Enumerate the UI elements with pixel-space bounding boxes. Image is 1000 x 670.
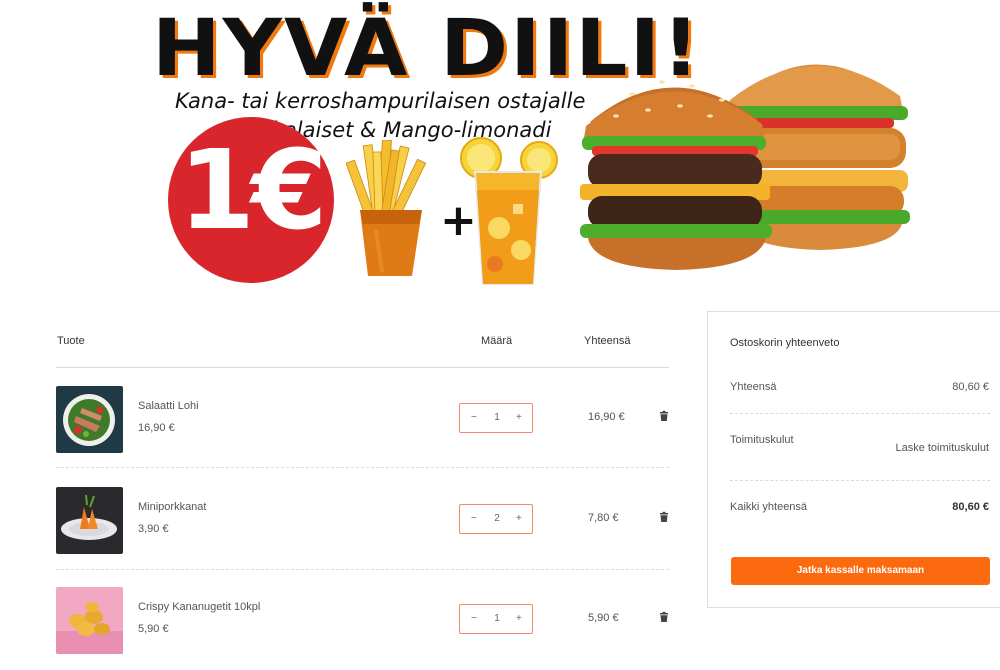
column-header-quantity: Määrä <box>481 335 513 347</box>
price-badge: 1€ <box>168 117 334 283</box>
checkout-button[interactable]: Jatka kassalle maksamaan <box>731 557 990 585</box>
grand-total-label: Kaikki yhteensä <box>730 501 808 513</box>
decrease-quantity-button[interactable]: − <box>471 513 477 524</box>
increase-quantity-button[interactable]: + <box>516 412 522 423</box>
trash-icon[interactable] <box>657 511 671 525</box>
quantity-value[interactable]: 1 <box>493 412 501 423</box>
cart-row: Crispy Kananugetit 10kpl 5,90 € − 1 + 5,… <box>56 587 670 655</box>
product-unit-price: 16,90 € <box>138 422 175 434</box>
product-thumbnail-nuggets[interactable] <box>56 587 123 654</box>
summary-divider <box>730 413 990 414</box>
trash-icon[interactable] <box>657 611 671 625</box>
cart-summary: Ostoskorin yhteenveto Yhteensä 80,60 € T… <box>707 311 1000 608</box>
quantity-value[interactable]: 1 <box>493 613 501 624</box>
quantity-stepper: − 1 + <box>459 604 533 634</box>
price-badge-text: 1€ <box>178 126 327 254</box>
summary-divider <box>730 480 990 481</box>
increase-quantity-button[interactable]: + <box>516 613 522 624</box>
row-divider <box>56 569 669 570</box>
table-header-divider <box>56 367 669 368</box>
summary-title: Ostoskorin yhteenveto <box>730 337 840 349</box>
subtotal-label: Yhteensä <box>730 381 777 393</box>
quantity-stepper: − 2 + <box>459 504 533 534</box>
calculate-shipping-link[interactable]: Laske toimituskulut <box>895 442 989 454</box>
row-total: 16,90 € <box>588 411 625 423</box>
product-thumbnail-salad[interactable] <box>56 386 123 453</box>
decrease-quantity-button[interactable]: − <box>471 412 477 423</box>
product-name[interactable]: Salaatti Lohi <box>138 400 199 412</box>
cart-row: Miniporkkanat 3,90 € − 2 + 7,80 € <box>56 487 670 555</box>
shipping-label: Toimituskulut <box>730 434 794 446</box>
subtotal-value: 80,60 € <box>952 381 989 393</box>
row-divider <box>56 467 669 468</box>
column-header-total: Yhteensä <box>584 335 631 347</box>
quantity-value[interactable]: 2 <box>493 513 501 524</box>
product-unit-price: 3,90 € <box>138 523 169 535</box>
fries-illustration <box>346 140 427 276</box>
promo-banner: HYVÄ DIILI! Kana- tai kerroshampurilaise… <box>0 0 1000 300</box>
decrease-quantity-button[interactable]: − <box>471 613 477 624</box>
lemonade-illustration <box>460 137 558 285</box>
grand-total-value: 80,60 € <box>952 501 989 513</box>
product-thumbnail-carrots[interactable] <box>56 487 123 554</box>
quantity-stepper: − 1 + <box>459 403 533 433</box>
trash-icon[interactable] <box>657 410 671 424</box>
increase-quantity-button[interactable]: + <box>516 513 522 524</box>
banner-subline-1: Kana- tai kerroshampurilaisen ostajalle <box>175 89 586 113</box>
product-name[interactable]: Miniporkkanat <box>138 501 206 513</box>
row-total: 5,90 € <box>588 612 619 624</box>
column-header-product: Tuote <box>57 335 85 347</box>
burgers-illustration <box>580 64 910 270</box>
row-total: 7,80 € <box>588 512 619 524</box>
product-name[interactable]: Crispy Kananugetit 10kpl <box>138 601 260 613</box>
cart-row: Salaatti Lohi 16,90 € − 1 + 16,90 € <box>56 386 670 454</box>
product-unit-price: 5,90 € <box>138 623 169 635</box>
